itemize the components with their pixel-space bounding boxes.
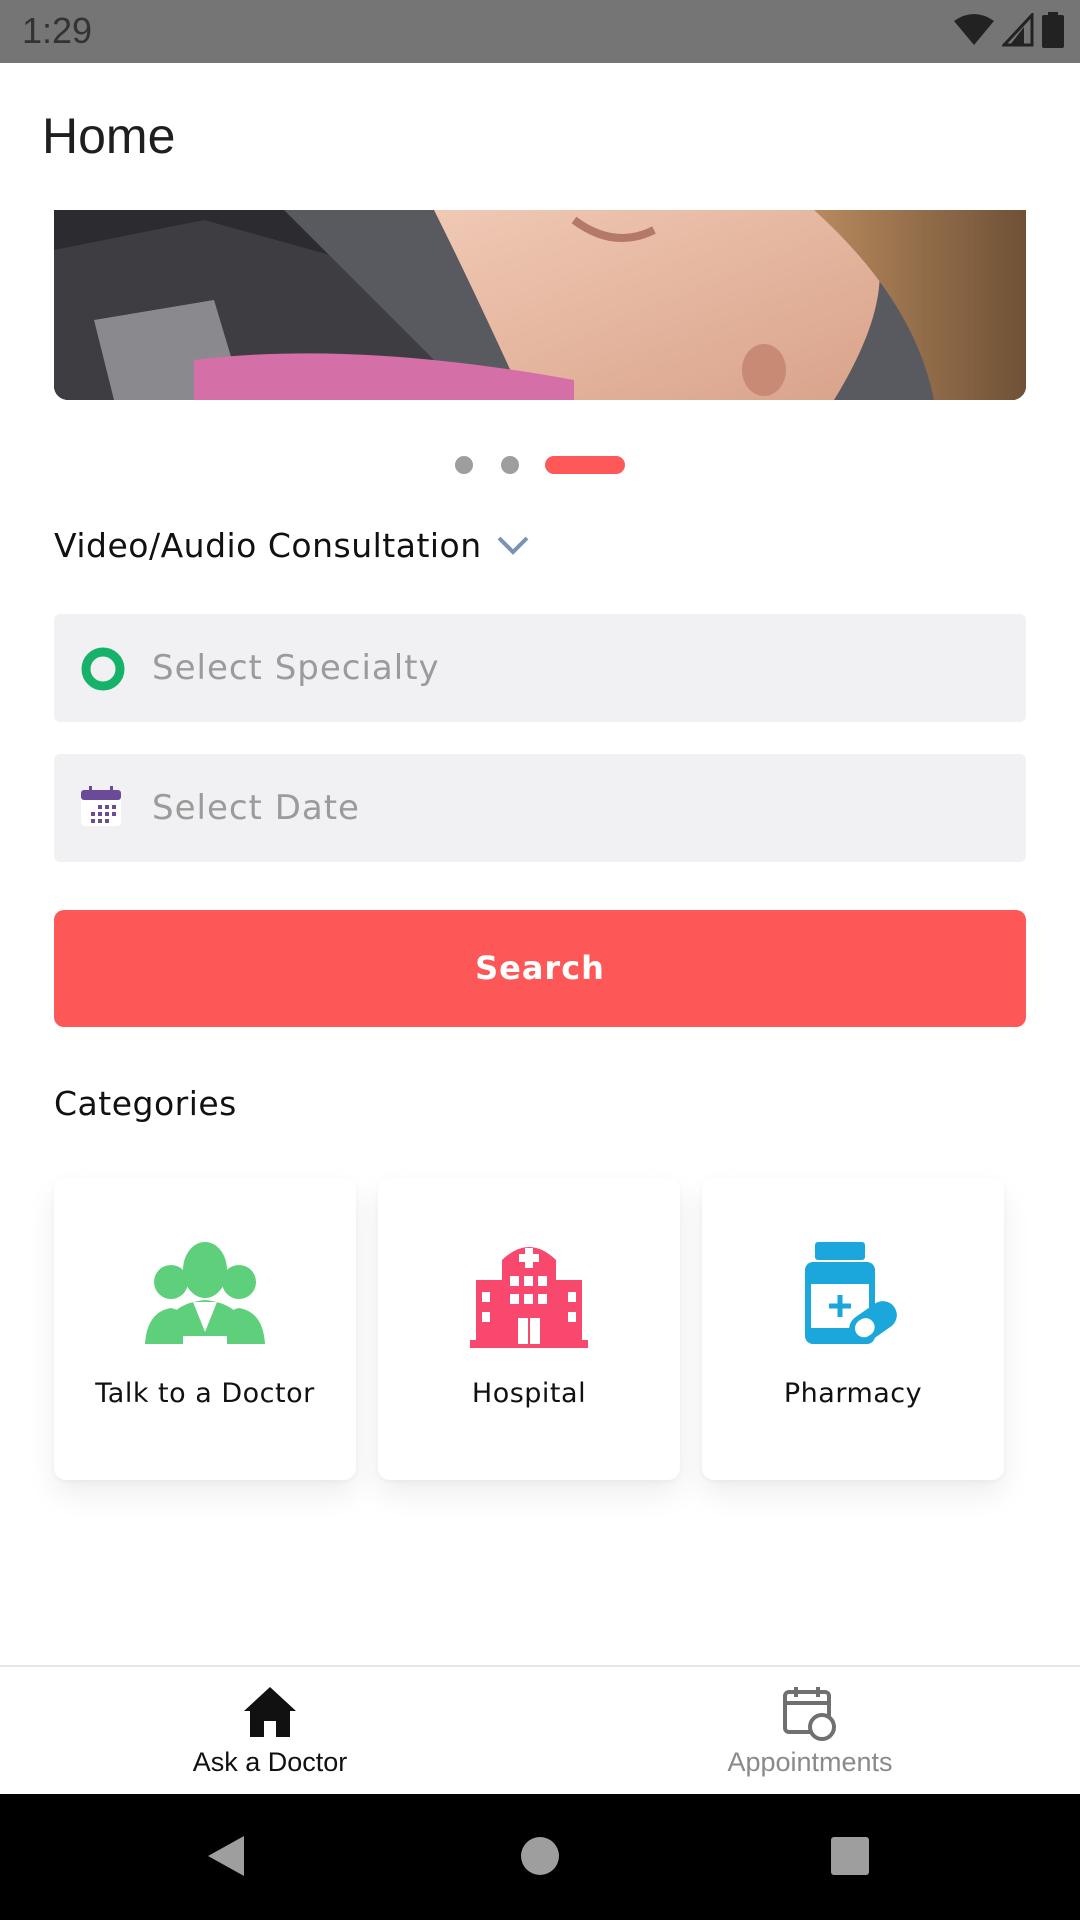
- specialty-placeholder: Select Specialty: [152, 648, 440, 688]
- search-button[interactable]: Search: [54, 910, 1026, 1027]
- category-card-pharmacy[interactable]: Pharmacy: [702, 1178, 1004, 1480]
- carousel-dot-active[interactable]: [545, 456, 625, 474]
- consultation-type-label: Video/Audio Consultation: [54, 525, 482, 565]
- calendar-clock-icon: [783, 1687, 836, 1741]
- signal-icon: [1002, 13, 1034, 47]
- nav-label: Appointments: [727, 1747, 893, 1777]
- bottom-navigation: Ask a Doctor Appointments: [0, 1665, 1080, 1795]
- radio-icon: [81, 647, 125, 691]
- specialty-select[interactable]: Select Specialty: [54, 614, 1026, 722]
- wifi-icon: [954, 14, 994, 45]
- banner-photo: [54, 210, 1026, 400]
- home-icon: [244, 1687, 296, 1737]
- category-label: Hospital: [471, 1378, 587, 1409]
- status-time: 1:29: [22, 10, 93, 51]
- date-placeholder: Select Date: [152, 788, 360, 828]
- doctor-group-icon: [145, 1242, 265, 1344]
- status-bar: 1:29: [0, 0, 1080, 63]
- status-icons: [954, 12, 1064, 48]
- system-navigation-bar: [0, 1794, 1080, 1920]
- chevron-down-icon: [497, 536, 529, 555]
- carousel-banner-image[interactable]: [54, 210, 1026, 400]
- carousel-dot[interactable]: [501, 456, 519, 474]
- date-select[interactable]: Select Date: [54, 754, 1026, 862]
- category-card-hospital[interactable]: Hospital: [378, 1178, 680, 1480]
- consultation-type-dropdown[interactable]: Video/Audio Consultation: [54, 520, 530, 570]
- nav-item-ask-a-doctor[interactable]: Ask a Doctor: [0, 1667, 540, 1795]
- category-card-talk-to-doctor[interactable]: Talk to a Doctor: [54, 1178, 356, 1480]
- calendar-icon: [81, 786, 121, 826]
- category-label: Pharmacy: [783, 1378, 923, 1409]
- app-bar: Home: [0, 63, 1080, 210]
- pharmacy-icon: [805, 1242, 897, 1344]
- home-circle-icon[interactable]: [520, 1836, 560, 1876]
- back-icon[interactable]: [206, 1834, 246, 1878]
- battery-icon: [1042, 12, 1064, 48]
- carousel-dot[interactable]: [455, 456, 473, 474]
- carousel-indicator: [0, 456, 1080, 474]
- nav-item-appointments[interactable]: Appointments: [540, 1667, 1080, 1795]
- categories-heading: Categories: [54, 1084, 237, 1123]
- nav-label: Ask a Doctor: [192, 1747, 348, 1777]
- category-label: Talk to a Doctor: [95, 1378, 315, 1409]
- page-title: Home: [42, 108, 176, 164]
- recents-icon[interactable]: [830, 1836, 870, 1876]
- hospital-icon: [470, 1247, 588, 1348]
